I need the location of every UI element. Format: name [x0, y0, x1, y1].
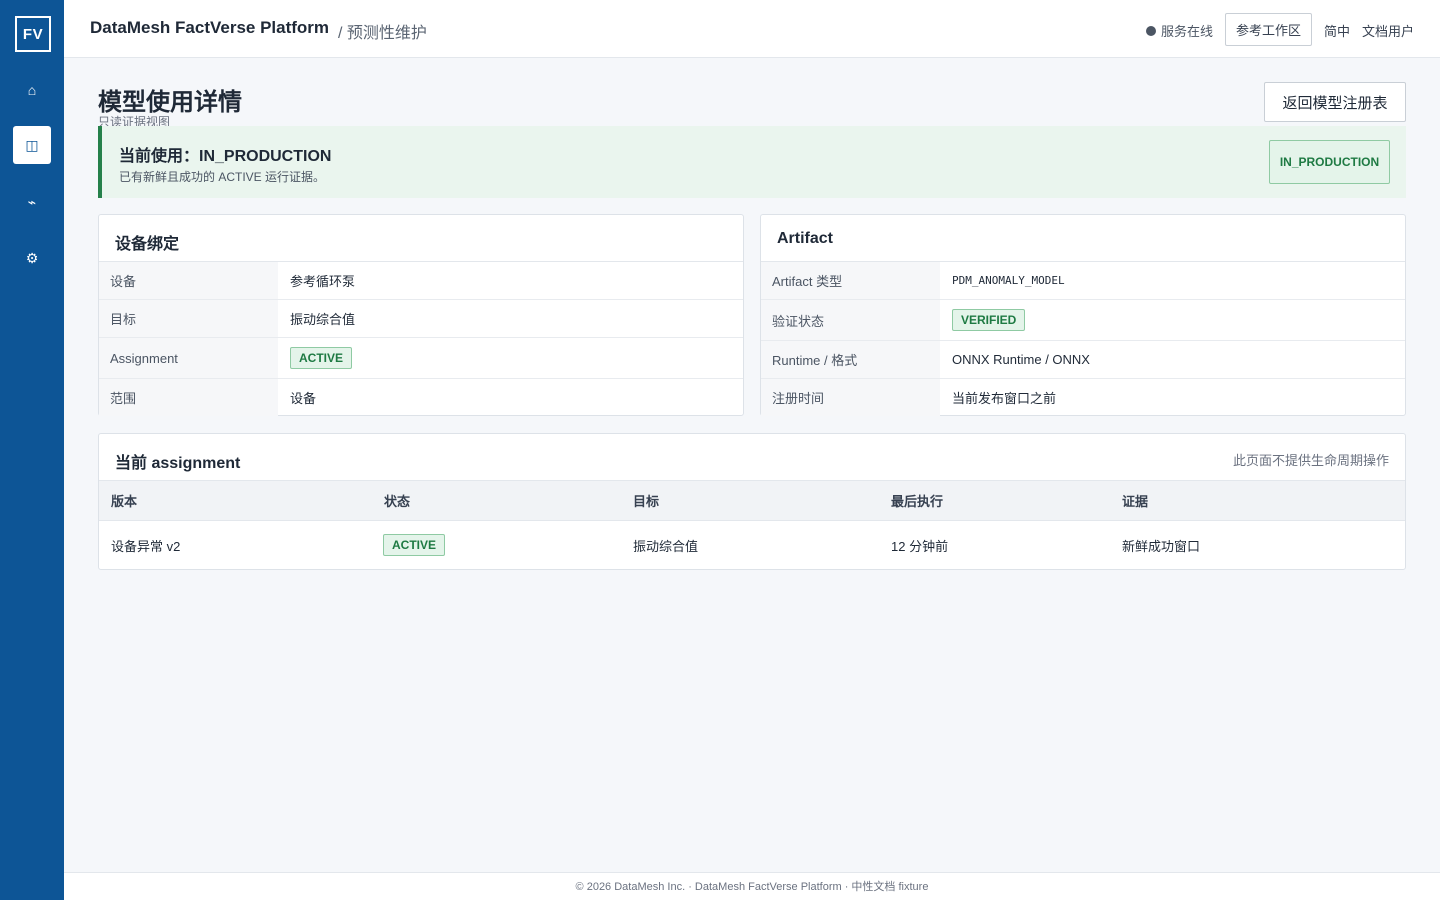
- kv-key: 验证状态: [761, 300, 940, 340]
- kv-value: ONNX Runtime / ONNX: [952, 352, 1090, 367]
- pulse-icon[interactable]: ⌁: [13, 183, 51, 221]
- back-to-registry-button[interactable]: 返回模型注册表: [1264, 82, 1406, 122]
- page-title: 模型使用详情: [98, 89, 242, 116]
- user-menu[interactable]: 文档用户: [1362, 21, 1414, 40]
- cell-last-run: 12 分钟前: [891, 538, 949, 554]
- status-badge: ACTIVE: [383, 534, 446, 556]
- cell-status: ACTIVE: [383, 521, 446, 569]
- kv-row: 范围 设备: [99, 379, 743, 416]
- column-header: 目标: [633, 494, 660, 509]
- status-badge: IN_PRODUCTION: [1269, 140, 1390, 184]
- cell-target: 振动综合值: [633, 538, 699, 554]
- column-header: 最后执行: [891, 494, 944, 509]
- kv-value: 参考循环泵: [290, 274, 356, 289]
- footer: © 2026 DataMesh Inc. · DataMesh FactVers…: [64, 872, 1440, 900]
- breadcrumb[interactable]: / 预测性维护: [338, 19, 427, 43]
- gear-icon[interactable]: ⚙: [13, 239, 51, 277]
- table-row[interactable]: 设备异常 v2 ACTIVE 振动综合值 12 分钟前 新鲜成功窗口: [99, 521, 1405, 569]
- kv-key: Assignment: [99, 338, 278, 378]
- kv-key: 注册时间: [761, 379, 940, 416]
- card-title: 设备绑定: [115, 236, 180, 253]
- kv-row: 注册时间 当前发布窗口之前: [761, 379, 1405, 416]
- kv-key: 范围: [99, 379, 278, 416]
- card-title: Artifact: [777, 230, 834, 247]
- service-status: 服务在线: [1146, 21, 1213, 40]
- kv-value: 设备: [290, 391, 317, 406]
- kv-key: Runtime / 格式: [761, 341, 940, 378]
- app-logo[interactable]: FV: [15, 16, 51, 52]
- banner-title: 当前使用：IN_PRODUCTION: [119, 148, 332, 165]
- top-bar: DataMesh FactVerse Platform / 预测性维护 服务在线…: [64, 0, 1440, 58]
- brand-name[interactable]: DataMesh FactVerse Platform: [90, 18, 329, 38]
- table-header: 版本 状态 目标 最后执行 证据: [99, 480, 1405, 521]
- kv-row: Artifact 类型 PDM_ANOMALY_MODEL: [761, 262, 1405, 300]
- kv-row: 设备 参考循环泵: [99, 262, 743, 300]
- usage-status-banner: 当前使用：IN_PRODUCTION 已有新鲜且成功的 ACTIVE 运行证据。…: [98, 126, 1406, 198]
- kv-key: 设备: [99, 262, 278, 299]
- kv-value: 当前发布窗口之前: [952, 391, 1057, 406]
- device-binding-card: 设备绑定 设备 参考循环泵 目标 振动综合值 Assignment ACTIVE…: [98, 214, 744, 416]
- kv-value: 振动综合值: [290, 312, 356, 327]
- column-header: 状态: [384, 494, 411, 509]
- banner-subtitle: 已有新鲜且成功的 ACTIVE 运行证据。: [119, 170, 326, 184]
- service-status-label: 服务在线: [1161, 24, 1214, 39]
- lifecycle-note: 此页面不提供生命周期操作: [1232, 453, 1389, 468]
- status-dot-icon: [1146, 25, 1156, 36]
- column-header: 版本: [111, 494, 138, 509]
- kv-row: Runtime / 格式 ONNX Runtime / ONNX: [761, 341, 1405, 379]
- kv-row: Assignment ACTIVE: [99, 338, 743, 379]
- language-switch[interactable]: 简中: [1324, 21, 1350, 40]
- kv-value: VERIFIED: [952, 300, 1405, 340]
- card-title: 当前 assignment: [115, 455, 241, 472]
- cell-version: 设备异常 v2: [111, 538, 181, 554]
- sidebar: FV ⌂ ◫ ⌁ ⚙: [0, 0, 64, 900]
- home-icon[interactable]: ⌂: [13, 71, 51, 109]
- registry-icon[interactable]: ◫: [13, 126, 51, 164]
- assignment-status-badge: ACTIVE: [290, 347, 353, 369]
- artifact-card: Artifact Artifact 类型 PDM_ANOMALY_MODEL 验…: [760, 214, 1406, 416]
- kv-key: 目标: [99, 300, 278, 337]
- kv-row: 验证状态 VERIFIED: [761, 300, 1405, 341]
- cell-evidence: 新鲜成功窗口: [1122, 538, 1201, 554]
- kv-value: ACTIVE: [290, 338, 743, 378]
- kv-key: Artifact 类型: [761, 262, 940, 299]
- kv-value: PDM_ANOMALY_MODEL: [952, 274, 1065, 287]
- assignment-card: 当前 assignment 此页面不提供生命周期操作 版本 状态 目标 最后执行…: [98, 433, 1406, 570]
- column-header: 证据: [1122, 494, 1149, 509]
- workspace-button[interactable]: 参考工作区: [1225, 13, 1312, 46]
- kv-row: 目标 振动综合值: [99, 300, 743, 338]
- verified-badge: VERIFIED: [952, 309, 1026, 331]
